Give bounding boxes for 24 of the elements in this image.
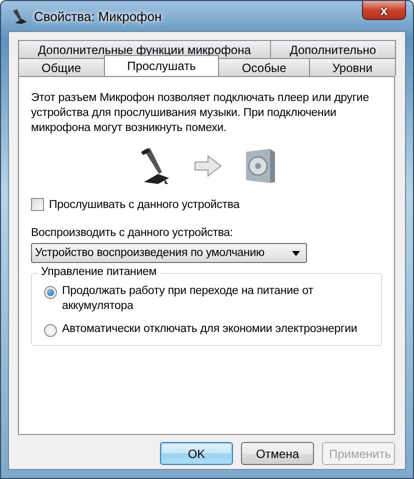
- dialog-button[interactable]: Отмена: [241, 442, 314, 465]
- tab[interactable]: Прослушать: [104, 55, 220, 76]
- playback-device-dropdown[interactable]: Устройство воспроизведения по умолчанию: [31, 243, 307, 263]
- arrow-icon: [194, 155, 222, 177]
- speaker-icon: [244, 148, 276, 184]
- microphone-icon: [12, 8, 28, 24]
- window-title: Свойства: Микрофон: [34, 8, 162, 24]
- radio-label: Продолжать работу при переходе на питание от аккумулятора: [62, 284, 314, 314]
- radio-button[interactable]: [44, 324, 57, 337]
- caret-icon: [292, 250, 300, 256]
- checkbox-label: Прослушивать с данного устройства: [49, 198, 240, 210]
- close-button[interactable]: x: [362, 1, 406, 20]
- tab[interactable]: Уровни: [308, 58, 396, 76]
- radio-label: Автоматически отключать для экономии электроэнергии: [62, 322, 358, 337]
- dialog-button[interactable]: OK: [160, 442, 233, 465]
- description-text: Этот разъем Микрофон позволяет подключать плеер или другие устройства для прослушивания музыки. При подключении микрофона могут возникнуть помехи.: [31, 91, 370, 136]
- tab[interactable]: Особые: [218, 58, 310, 76]
- tab[interactable]: Общие: [18, 58, 105, 76]
- playback-label: Воспроизводить с данного устройства:: [31, 227, 234, 239]
- group-title: Управление питанием: [38, 266, 160, 278]
- tab[interactable]: Дополнительные функции микрофона: [18, 40, 271, 58]
- radio-button[interactable]: [44, 286, 57, 299]
- tab[interactable]: Дополнительно: [270, 40, 396, 58]
- checkbox[interactable]: [31, 198, 44, 211]
